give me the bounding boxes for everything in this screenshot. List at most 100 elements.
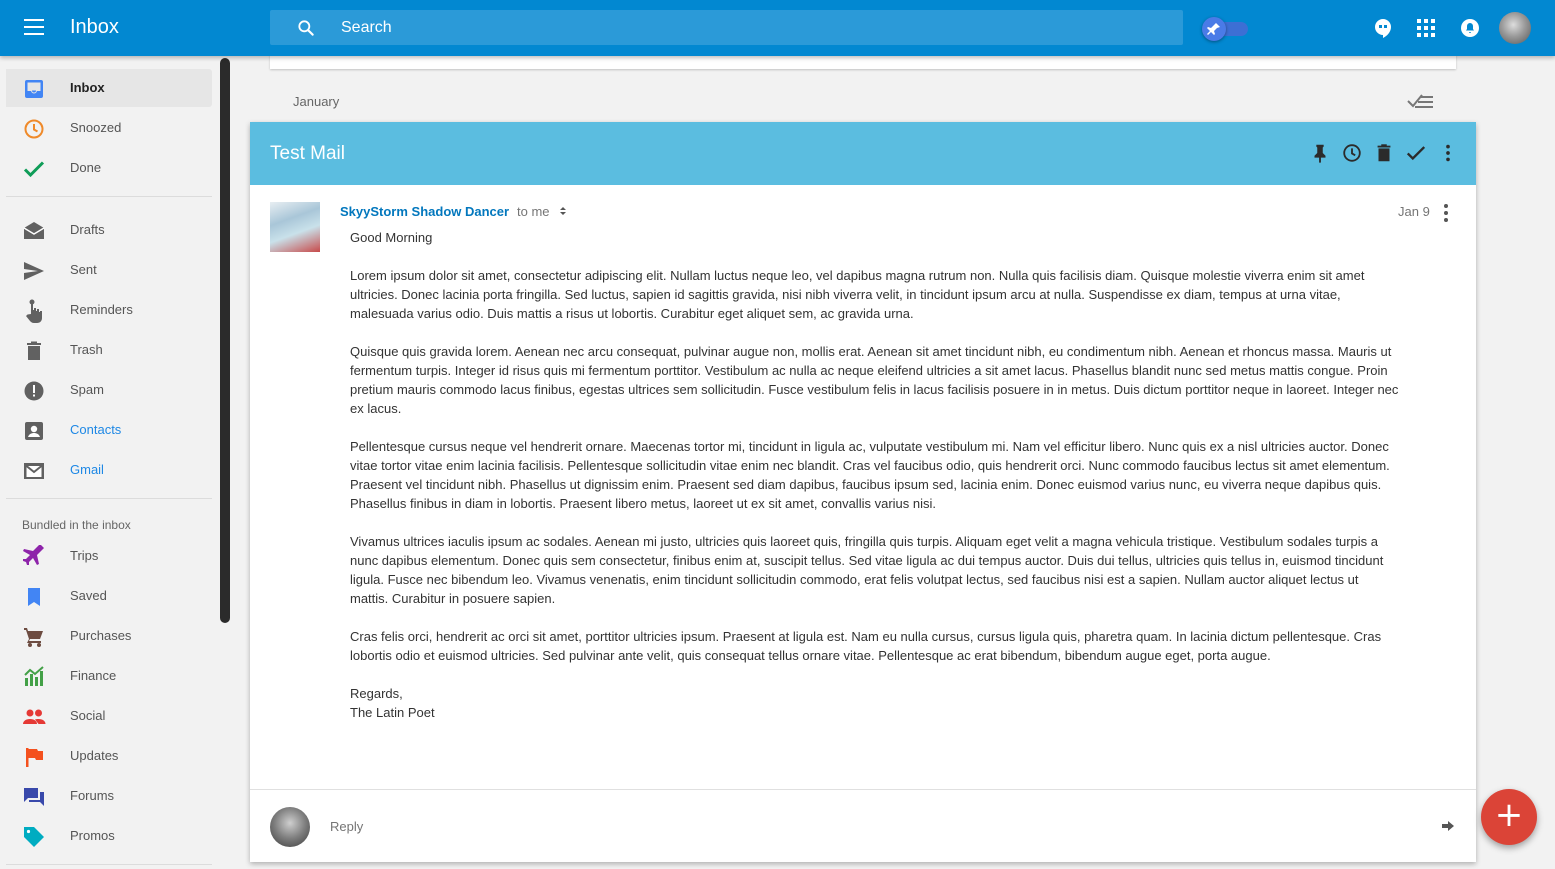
mail-subject: Test Mail bbox=[270, 143, 345, 164]
sidebar-item-reminders[interactable]: Reminders bbox=[6, 291, 212, 329]
sidebar-item-spam[interactable]: Spam bbox=[6, 371, 212, 409]
reminder-hand-icon bbox=[26, 299, 42, 323]
mail-paragraph: Pellentesque cursus neque vel hendrerit … bbox=[350, 439, 1390, 511]
account-avatar[interactable] bbox=[1499, 12, 1531, 44]
mail-paragraph: Quisque quis gravida lorem. Aenean nec a… bbox=[350, 344, 1399, 416]
sidebar-divider bbox=[6, 196, 212, 197]
search-icon bbox=[298, 20, 314, 36]
app-title: Inbox bbox=[70, 16, 119, 38]
plane-icon bbox=[23, 545, 44, 565]
sweep-done-icon[interactable] bbox=[1406, 90, 1434, 112]
sidebar-item-label: Snoozed bbox=[70, 120, 122, 135]
sidebar-item-purchases[interactable]: Purchases bbox=[6, 617, 212, 655]
mail-header[interactable]: Test Mail bbox=[250, 122, 1476, 185]
send-icon bbox=[24, 262, 44, 280]
pin-icon[interactable] bbox=[1309, 142, 1331, 164]
flag-icon bbox=[26, 748, 43, 767]
trash-icon bbox=[27, 341, 41, 360]
mail-signoff: Regards, bbox=[350, 686, 403, 701]
sidebar-item-forums[interactable]: Forums bbox=[6, 777, 212, 815]
snooze-clock-icon[interactable] bbox=[1341, 142, 1363, 164]
sidebar-item-label: Gmail bbox=[70, 462, 104, 477]
compose-fab-button[interactable]: + bbox=[1481, 789, 1537, 845]
mail-card: Test Mail SkyyStorm Shadow Dancer to me … bbox=[250, 122, 1476, 862]
sidebar-item-promos[interactable]: Promos bbox=[6, 817, 212, 855]
sidebar-item-label: Updates bbox=[70, 748, 119, 763]
people-icon bbox=[23, 709, 46, 724]
sidebar-item-label: Drafts bbox=[70, 222, 105, 237]
sidebar-item-sent[interactable]: Sent bbox=[6, 251, 212, 289]
mail-paragraph: Vivamus ultrices iaculis ipsum ac sodale… bbox=[350, 534, 1384, 606]
search-input[interactable]: Search bbox=[270, 10, 1183, 45]
pin-icon bbox=[1207, 23, 1220, 35]
search-placeholder: Search bbox=[341, 19, 392, 36]
sender-avatar[interactable] bbox=[270, 202, 320, 252]
sidebar-item-social[interactable]: Social bbox=[6, 697, 212, 735]
sidebar-item-label: Done bbox=[70, 160, 102, 175]
sidebar-divider bbox=[6, 864, 212, 865]
sidebar: Inbox Snoozed Done Drafts Sent Reminders… bbox=[0, 56, 222, 869]
finance-icon bbox=[24, 666, 44, 686]
sidebar-item-label: Sent bbox=[70, 262, 97, 277]
gmail-icon bbox=[24, 463, 44, 479]
sidebar-item-label: Inbox bbox=[70, 80, 105, 95]
sidebar-item-label: Saved bbox=[70, 588, 107, 603]
notifications-icon[interactable] bbox=[1458, 16, 1482, 40]
sender-name[interactable]: SkyyStorm Shadow Dancer bbox=[340, 204, 509, 219]
month-heading: January bbox=[293, 94, 340, 109]
mail-body: Good Morning Lorem ipsum dolor sit amet,… bbox=[350, 228, 1400, 722]
recipient-label[interactable]: to me bbox=[517, 204, 550, 219]
sidebar-item-label: Forums bbox=[70, 788, 115, 803]
message-more-icon[interactable] bbox=[1438, 202, 1454, 224]
sidebar-divider bbox=[6, 498, 212, 499]
sidebar-item-gmail[interactable]: Gmail bbox=[6, 451, 212, 489]
clock-icon bbox=[24, 119, 44, 139]
bundled-heading: Bundled in the inbox bbox=[22, 518, 131, 532]
spam-icon bbox=[24, 381, 44, 401]
mail-paragraph: Lorem ipsum dolor sit amet, consectetur … bbox=[350, 268, 1365, 321]
sidebar-item-done[interactable]: Done bbox=[6, 149, 212, 187]
pinned-toggle[interactable] bbox=[1202, 17, 1248, 41]
tag-icon bbox=[24, 827, 44, 847]
menu-icon[interactable] bbox=[24, 19, 44, 37]
sidebar-item-drafts[interactable]: Drafts bbox=[6, 211, 212, 249]
check-icon bbox=[23, 161, 45, 178]
reply-bar[interactable]: Reply bbox=[250, 789, 1476, 863]
reply-input[interactable]: Reply bbox=[330, 819, 363, 834]
sidebar-item-saved[interactable]: Saved bbox=[6, 577, 212, 615]
sidebar-item-label: Spam bbox=[70, 382, 104, 397]
expand-recipients-icon[interactable] bbox=[558, 205, 568, 217]
forum-icon bbox=[24, 788, 44, 806]
forward-arrow-icon[interactable] bbox=[1440, 818, 1456, 834]
delete-icon[interactable] bbox=[1373, 142, 1395, 164]
contacts-icon bbox=[25, 422, 43, 440]
apps-grid-icon[interactable] bbox=[1414, 16, 1438, 40]
sidebar-item-label: Purchases bbox=[70, 628, 132, 643]
reply-avatar bbox=[270, 807, 310, 847]
sidebar-item-trips[interactable]: Trips bbox=[6, 537, 212, 575]
more-vert-icon[interactable] bbox=[1437, 142, 1459, 164]
bookmark-icon bbox=[28, 588, 40, 606]
hangouts-icon[interactable] bbox=[1371, 16, 1395, 40]
mail-signature: The Latin Poet bbox=[350, 705, 435, 720]
sidebar-item-label: Reminders bbox=[70, 302, 133, 317]
mail-greeting: Good Morning bbox=[350, 230, 433, 245]
sidebar-item-finance[interactable]: Finance bbox=[6, 657, 212, 695]
sidebar-item-inbox[interactable]: Inbox bbox=[6, 69, 212, 107]
sidebar-item-trash[interactable]: Trash bbox=[6, 331, 212, 369]
sidebar-item-updates[interactable]: Updates bbox=[6, 737, 212, 775]
sidebar-item-label: Social bbox=[70, 708, 106, 723]
sidebar-item-label: Contacts bbox=[70, 422, 122, 437]
top-app-bar: Inbox Search bbox=[0, 0, 1555, 56]
sidebar-scrollbar[interactable] bbox=[220, 58, 230, 623]
sidebar-item-label: Finance bbox=[70, 668, 117, 683]
sidebar-item-label: Promos bbox=[70, 828, 115, 843]
sidebar-item-label: Trips bbox=[70, 548, 99, 563]
plus-icon: + bbox=[1494, 795, 1524, 835]
mark-done-icon[interactable] bbox=[1405, 142, 1427, 164]
cart-icon bbox=[24, 628, 43, 647]
mail-date: Jan 9 bbox=[1398, 204, 1430, 219]
drafts-icon bbox=[23, 222, 45, 239]
sidebar-item-contacts[interactable]: Contacts bbox=[6, 411, 212, 449]
sidebar-item-snoozed[interactable]: Snoozed bbox=[6, 109, 212, 147]
